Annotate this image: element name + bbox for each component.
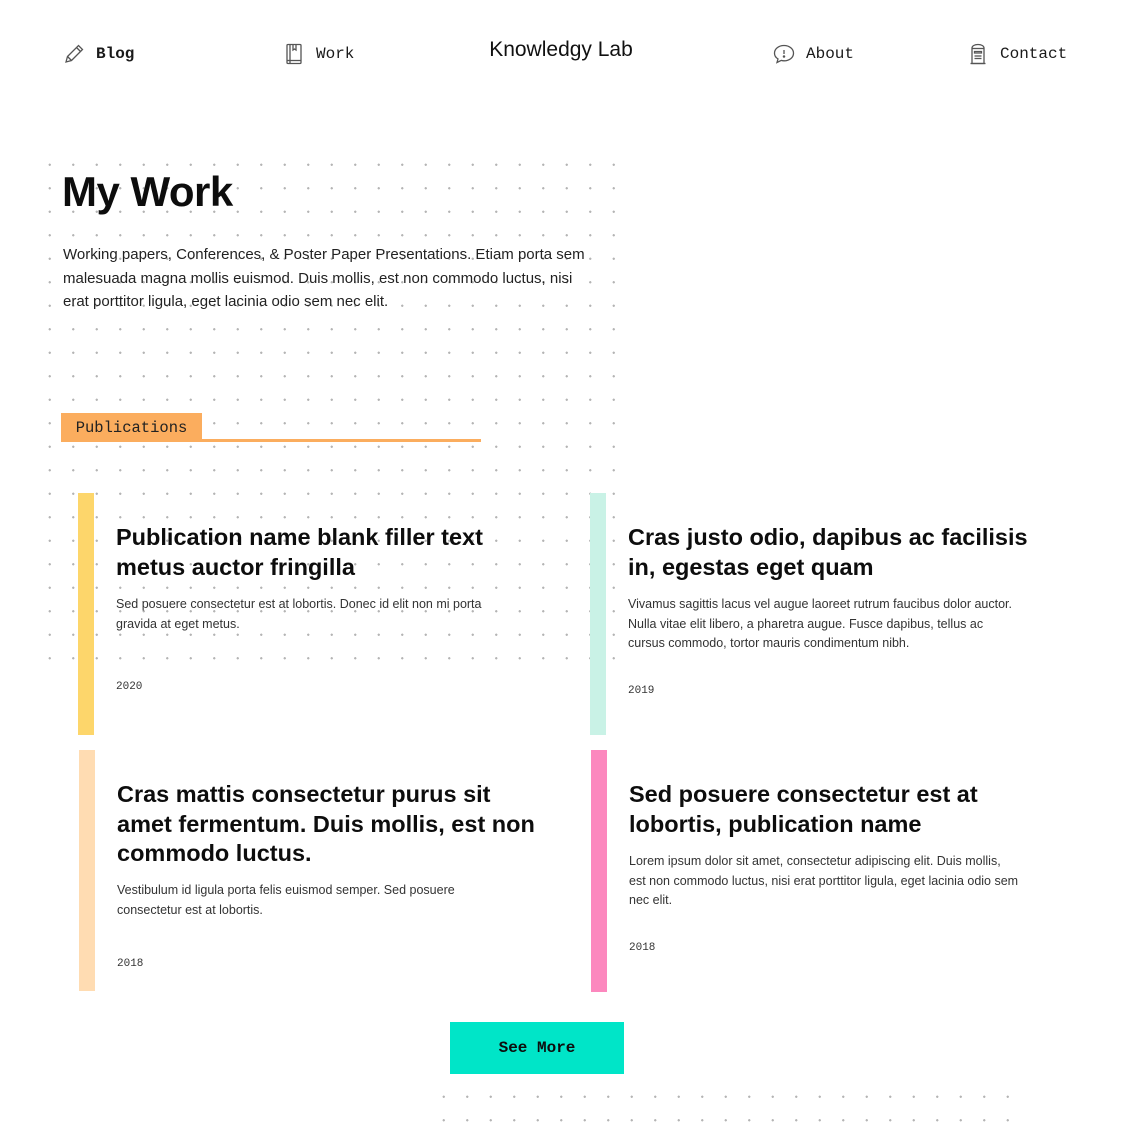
pencil-icon xyxy=(62,42,86,66)
publication-year: 2020 xyxy=(116,681,143,693)
nav-item-work[interactable]: Work xyxy=(282,40,354,68)
publication-description: Vivamus sagittis lacus vel augue laoreet… xyxy=(628,597,1012,650)
card-accent-bar xyxy=(591,750,607,992)
publication-description: Sed posuere consectetur est at lobortis.… xyxy=(116,597,482,631)
speech-bubble-icon xyxy=(772,42,796,66)
nav-item-label: Contact xyxy=(1000,45,1068,63)
nav-item-label: Work xyxy=(316,45,355,63)
publication-description: Vestibulum id ligula porta felis euismod… xyxy=(117,883,455,917)
nav-item-contact[interactable]: Contact xyxy=(966,40,1067,68)
brand-logo[interactable]: Knowledgy Lab xyxy=(440,38,682,62)
publication-title[interactable]: Cras mattis consectetur purus sit amet f… xyxy=(117,780,537,869)
tab-underline xyxy=(61,439,481,442)
mailbox-icon xyxy=(966,42,990,66)
publication-year: 2018 xyxy=(629,942,656,954)
book-icon xyxy=(282,42,306,66)
card-accent-bar xyxy=(78,493,94,735)
publication-card[interactable]: Publication name blank filler text metus… xyxy=(78,493,518,735)
dot-grid-pattern-bottom xyxy=(432,1085,1027,1125)
page-intro: Working papers, Conferences, & Poster Pa… xyxy=(63,246,585,310)
card-accent-bar xyxy=(590,493,606,735)
publication-title[interactable]: Sed posuere consectetur est at lobortis,… xyxy=(629,780,1029,839)
nav-item-blog[interactable]: Blog xyxy=(62,40,134,68)
nav-item-label: About xyxy=(806,45,855,63)
page-title: My Work xyxy=(62,168,233,215)
publication-card[interactable]: Sed posuere consectetur est at lobortis,… xyxy=(591,750,1031,992)
see-more-button[interactable]: See More xyxy=(450,1022,624,1074)
tab-publications[interactable]: Publications xyxy=(61,413,202,442)
publication-year: 2019 xyxy=(628,685,655,697)
publication-description: Lorem ipsum dolor sit amet, consectetur … xyxy=(629,854,1019,907)
publication-title[interactable]: Cras justo odio, dapibus ac facilisis in… xyxy=(628,523,1028,582)
publication-card[interactable]: Cras mattis consectetur purus sit amet f… xyxy=(79,750,535,991)
nav-item-about[interactable]: About xyxy=(772,40,854,68)
card-accent-bar xyxy=(79,750,95,991)
publication-year: 2018 xyxy=(117,958,144,970)
publication-card[interactable]: Cras justo odio, dapibus ac facilisis in… xyxy=(590,493,1030,735)
nav-item-label: Blog xyxy=(96,45,135,63)
publication-title[interactable]: Publication name blank filler text metus… xyxy=(116,523,516,582)
